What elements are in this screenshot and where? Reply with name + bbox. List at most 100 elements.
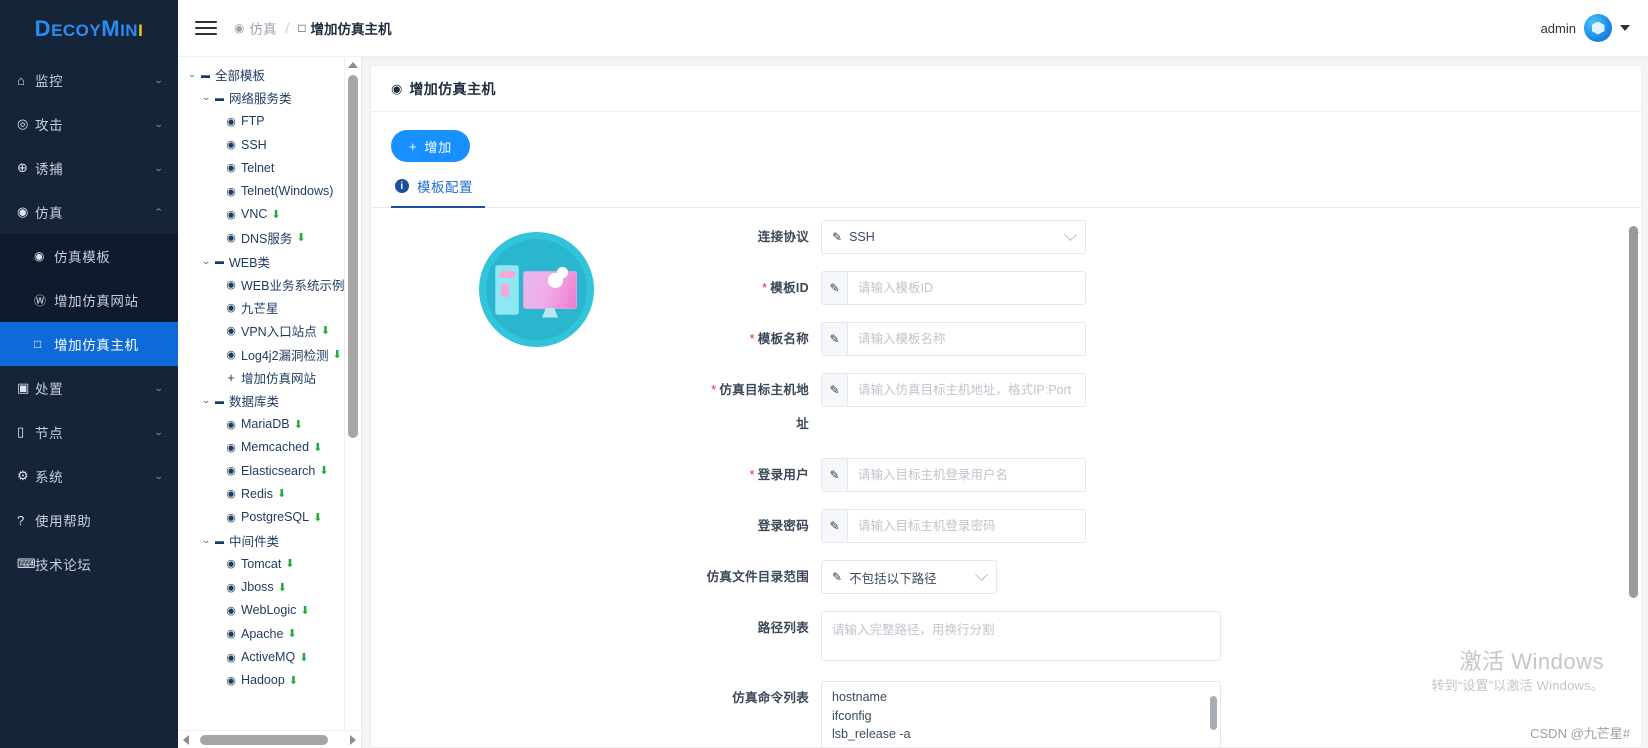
tree-item[interactable]: ◉ PostgreSQL ⬇ <box>178 506 361 529</box>
tree-item[interactable]: ◉ Elasticsearch ⬇ <box>178 459 361 482</box>
tree-item[interactable]: ◉ Telnet <box>178 156 361 179</box>
sidebar-item-system[interactable]: ⚙ 系统 ⌄ <box>0 454 178 498</box>
template-id-input[interactable] <box>848 272 1085 304</box>
chevron-down-icon[interactable]: ⌄ <box>184 69 200 80</box>
tree-item[interactable]: ◉ FTP <box>178 110 361 133</box>
scroll-up-arrow-icon[interactable] <box>345 57 361 73</box>
tree-item[interactable]: ◉ Telnet(Windows) <box>178 179 361 202</box>
tree-scroll-thumb[interactable] <box>348 75 358 438</box>
connection-protocol-select[interactable]: ✎ SSH <box>821 220 1086 254</box>
chevron-down-icon: ⌄ <box>154 74 164 85</box>
sidebar-item-add-simulation-site[interactable]: Ⓦ 增加仿真网站 <box>0 278 178 322</box>
tree-folder[interactable]: ⌄ ▬ 中间件类 <box>178 529 361 552</box>
tree-item[interactable]: ◉ WebLogic ⬇ <box>178 599 361 622</box>
tree-item[interactable]: ◉ VPN入口站点 ⬇ <box>178 319 361 342</box>
template-name-input-wrap[interactable]: ✎ <box>821 322 1086 356</box>
template-icon: ◉ <box>226 325 236 338</box>
tree-item[interactable]: ◉ Memcached ⬇ <box>178 436 361 459</box>
download-icon[interactable]: ⬇ <box>313 511 322 524</box>
scroll-left-arrow-icon[interactable] <box>178 731 194 748</box>
target-host-address-input[interactable] <box>848 374 1085 406</box>
tree-item[interactable]: ◉ MariaDB ⬇ <box>178 412 361 435</box>
tree-hscroll-thumb[interactable] <box>200 734 328 745</box>
download-icon[interactable]: ⬇ <box>294 418 303 431</box>
download-icon[interactable]: ⬇ <box>277 487 286 500</box>
login-user-input[interactable] <box>848 459 1085 491</box>
tree-folder[interactable]: ⌄ ▬ 全部模板 <box>178 63 361 86</box>
app-logo[interactable]: DECOYMINI <box>0 0 178 58</box>
command-list-scroll-thumb[interactable] <box>1210 696 1217 730</box>
download-icon[interactable]: ⬇ <box>285 557 294 570</box>
download-icon[interactable]: ⬇ <box>299 651 308 664</box>
tree-add-item[interactable]: + 增加仿真网站 <box>178 366 361 389</box>
folder-icon: ▬ <box>215 92 224 103</box>
tree-node-label: WEB业务系统示例 <box>241 278 345 293</box>
hamburger-icon[interactable] <box>178 21 234 35</box>
download-icon[interactable]: ⬇ <box>300 604 309 617</box>
login-password-input-wrap[interactable]: ✎ <box>821 509 1086 543</box>
download-icon[interactable]: ⬇ <box>296 231 305 244</box>
user-menu[interactable]: admin <box>1541 14 1630 42</box>
tree-vertical-scrollbar[interactable] <box>344 57 361 748</box>
tab-template-config[interactable]: i 模板配置 <box>391 176 495 208</box>
template-id-input-wrap[interactable]: ✎ <box>821 271 1086 305</box>
sidebar-item-node[interactable]: ▯ 节点 ⌄ <box>0 410 178 454</box>
tree-item[interactable]: ◉ Redis ⬇ <box>178 482 361 505</box>
tree-item[interactable]: ◉ Apache ⬇ <box>178 622 361 645</box>
tree-item[interactable]: ◉ SSH <box>178 133 361 156</box>
download-icon[interactable]: ⬇ <box>287 627 296 640</box>
sidebar-subitem-label: 增加仿真网站 <box>54 294 139 309</box>
tree-item[interactable]: ◉ Log4j2漏洞检测 ⬇ <box>178 343 361 366</box>
tree-item[interactable]: ◉ WEB业务系统示例 <box>178 273 361 296</box>
sidebar-item-forum[interactable]: ⌨ 技术论坛 <box>0 542 178 586</box>
login-user-input-wrap[interactable]: ✎ <box>821 458 1086 492</box>
download-icon[interactable]: ⬇ <box>289 674 298 687</box>
template-name-input[interactable] <box>848 323 1085 355</box>
chevron-down-icon[interactable]: ⌄ <box>198 535 214 546</box>
download-icon[interactable]: ⬇ <box>313 441 322 454</box>
download-icon[interactable]: ⬇ <box>333 348 342 361</box>
tree-item[interactable]: ◉ DNS服务 ⬇ <box>178 226 361 249</box>
sidebar-item-monitor[interactable]: ⌂ 监控 ⌄ <box>0 58 178 102</box>
tree-item[interactable]: ◉ Hadoop ⬇ <box>178 669 361 692</box>
add-button[interactable]: + 增加 <box>391 130 471 162</box>
sidebar-item-help[interactable]: ? 使用帮助 <box>0 498 178 542</box>
tree-item[interactable]: ◉ ActiveMQ ⬇ <box>178 645 361 668</box>
tree-item[interactable]: ◉ Jboss ⬇ <box>178 576 361 599</box>
tree-item[interactable]: ◉ VNC ⬇ <box>178 203 361 226</box>
template-icon: ◉ <box>226 465 236 478</box>
sidebar-item-add-simulation-host[interactable]: □ 增加仿真主机 <box>0 322 178 366</box>
scroll-right-arrow-icon[interactable] <box>345 731 361 748</box>
download-icon[interactable]: ⬇ <box>278 581 287 594</box>
user-avatar-icon[interactable] <box>1584 14 1612 42</box>
login-password-input[interactable] <box>848 510 1085 542</box>
form-vertical-scrollbar[interactable] <box>1627 208 1641 747</box>
tree-folder[interactable]: ⌄ ▬ 网络服务类 <box>178 86 361 109</box>
breadcrumb-item-simulation[interactable]: ◉ 仿真 <box>234 18 276 38</box>
tree-horizontal-scrollbar[interactable] <box>178 730 361 748</box>
tree-folder[interactable]: ⌄ ▬ 数据库类 <box>178 389 361 412</box>
chevron-down-icon[interactable] <box>1620 25 1630 31</box>
add-button-label: 增加 <box>424 139 453 155</box>
sidebar-item-capture[interactable]: ⊕ 诱捕 ⌄ <box>0 146 178 190</box>
scroll-up-arrow-icon[interactable] <box>1629 212 1639 233</box>
download-icon[interactable]: ⬇ <box>321 324 330 337</box>
download-icon[interactable]: ⬇ <box>319 464 328 477</box>
sidebar-item-label: 技术论坛 <box>35 558 92 573</box>
tree-item[interactable]: ◉ 九芒星 <box>178 296 361 319</box>
tree-folder[interactable]: ⌄ ▬ WEB类 <box>178 249 361 272</box>
sidebar-item-simulation-template[interactable]: ◉ 仿真模板 <box>0 234 178 278</box>
download-icon[interactable]: ⬇ <box>271 208 280 221</box>
sidebar-item-attack[interactable]: ◎ 攻击 ⌄ <box>0 102 178 146</box>
tree-item[interactable]: ◉ Tomcat ⬇ <box>178 552 361 575</box>
path-list-textarea[interactable] <box>821 611 1221 661</box>
form-scroll-thumb[interactable] <box>1629 226 1638 598</box>
chevron-down-icon[interactable]: ⌄ <box>198 395 214 406</box>
target-host-address-input-wrap[interactable]: ✎ <box>821 373 1086 407</box>
file-directory-scope-select[interactable]: ✎ 不包括以下路径 <box>821 560 997 594</box>
chevron-down-icon[interactable]: ⌄ <box>198 256 214 267</box>
chevron-down-icon[interactable]: ⌄ <box>198 92 214 103</box>
sidebar-item-simulation[interactable]: ◉ 仿真 ⌃ <box>0 190 178 234</box>
sidebar-item-disposal[interactable]: ▣ 处置 ⌄ <box>0 366 178 410</box>
command-list-textarea[interactable]: hostname ifconfig lsb_release -a <box>821 681 1221 747</box>
